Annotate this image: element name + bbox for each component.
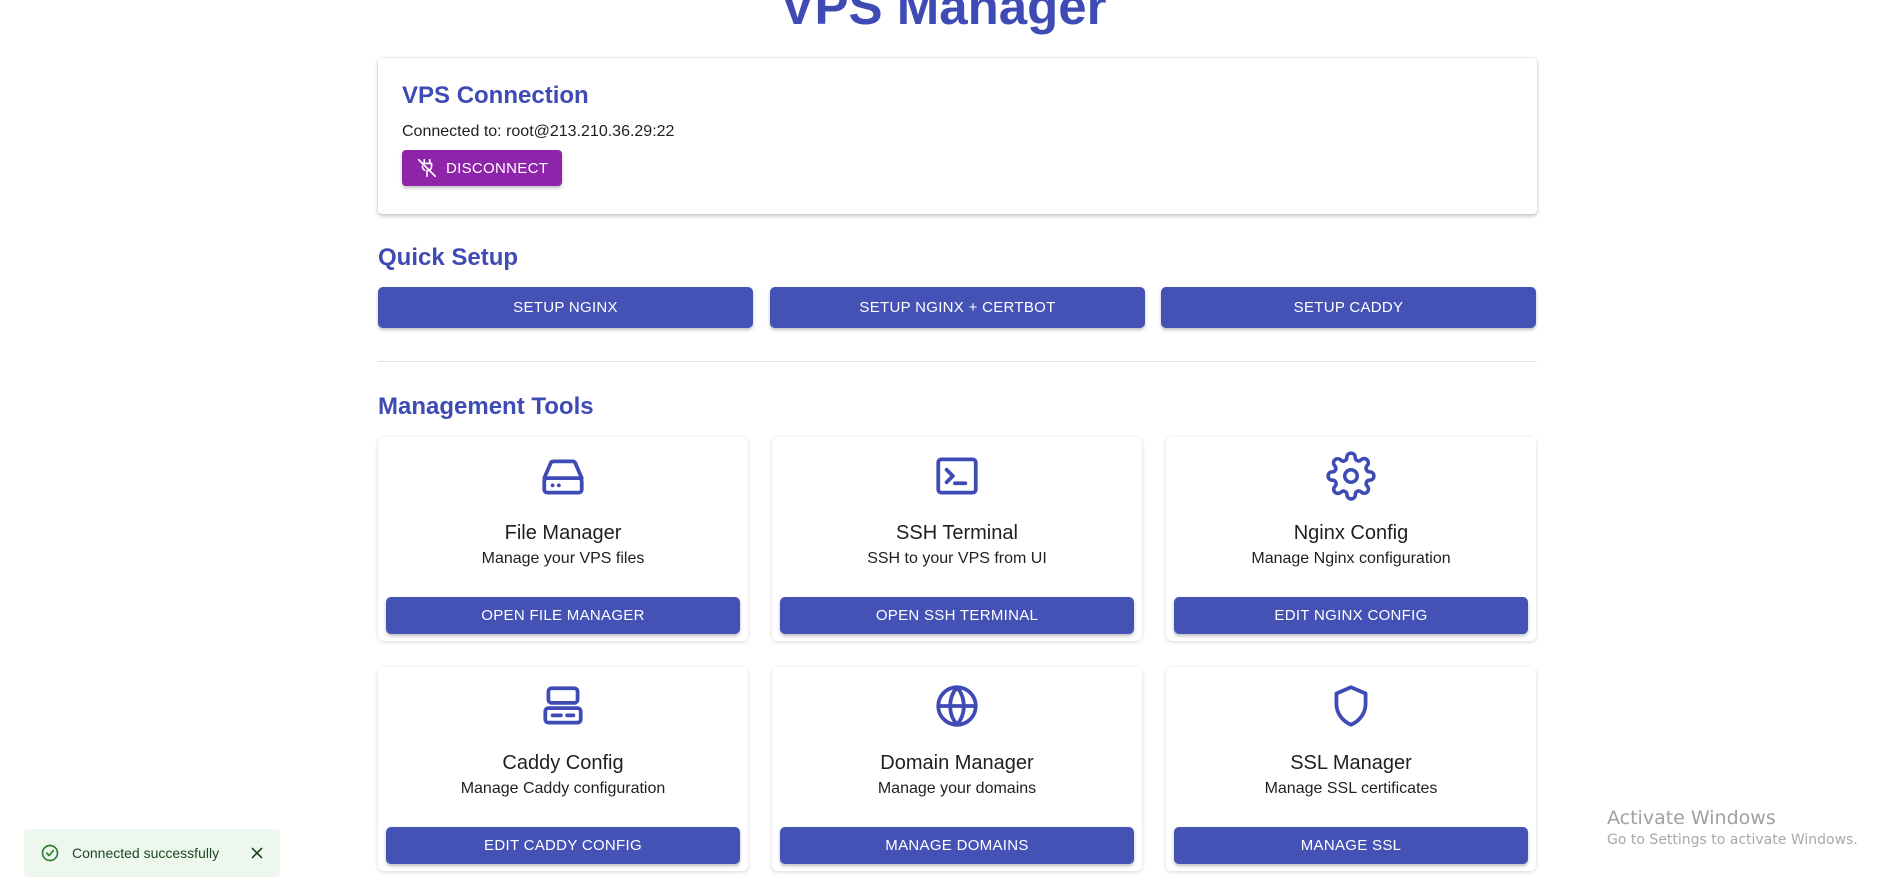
open-ssh-terminal-button[interactable]: OPEN SSH TERMINAL <box>780 597 1134 634</box>
terminal-icon <box>932 451 982 501</box>
tool-description: Manage your VPS files <box>481 550 645 567</box>
tool-name: Domain Manager <box>880 752 1034 774</box>
windows-activation-watermark: Activate Windows Go to Settings to activ… <box>1607 806 1858 850</box>
close-icon[interactable] <box>248 844 266 862</box>
check-circle-icon <box>40 843 60 863</box>
hard-drive-icon <box>538 451 588 501</box>
shield-icon <box>1326 681 1376 731</box>
tool-card-ssl-manager: SSL Manager Manage SSL certificates MANA… <box>1166 667 1536 871</box>
tool-name: Nginx Config <box>1293 522 1409 544</box>
tool-name: Caddy Config <box>502 752 624 774</box>
management-tools-title: Management Tools <box>378 393 594 420</box>
open-file-manager-button[interactable]: OPEN FILE MANAGER <box>386 597 740 634</box>
tool-card-caddy-config: Caddy Config Manage Caddy configuration … <box>378 667 748 871</box>
tool-card-file-manager: File Manager Manage your VPS files OPEN … <box>378 437 748 641</box>
tool-name: SSL Manager <box>1290 752 1412 774</box>
tool-description: Manage Caddy configuration <box>460 780 666 797</box>
tool-description: Manage your domains <box>877 780 1037 797</box>
section-divider <box>378 361 1537 362</box>
globe-icon <box>932 681 982 731</box>
success-toast: Connected successfully <box>24 829 280 877</box>
tool-card-nginx-config: Nginx Config Manage Nginx configuration … <box>1166 437 1536 641</box>
tool-name: File Manager <box>504 522 622 544</box>
setup-nginx-button[interactable]: SETUP NGINX <box>378 287 753 328</box>
gear-icon <box>1326 451 1376 501</box>
server-icon <box>538 681 588 731</box>
edit-caddy-config-button[interactable]: EDIT CADDY CONFIG <box>386 827 740 864</box>
tool-description: Manage Nginx configuration <box>1251 550 1451 567</box>
setup-caddy-button[interactable]: SETUP CADDY <box>1161 287 1536 328</box>
disconnect-label: DISCONNECT <box>446 159 549 177</box>
tool-card-domain-manager: Domain Manager Manage your domains MANAG… <box>772 667 1142 871</box>
plug-off-icon <box>416 157 438 179</box>
manage-ssl-button[interactable]: MANAGE SSL <box>1174 827 1528 864</box>
watermark-subtitle: Go to Settings to activate Windows. <box>1607 832 1858 848</box>
quick-setup-title: Quick Setup <box>378 244 519 271</box>
setup-nginx-certbot-button[interactable]: SETUP NGINX + CERTBOT <box>770 287 1145 328</box>
toast-message: Connected successfully <box>72 845 220 861</box>
page-title: VPS Manager <box>780 0 1107 35</box>
edit-nginx-config-button[interactable]: EDIT NGINX CONFIG <box>1174 597 1528 634</box>
tool-card-ssh-terminal: SSH Terminal SSH to your VPS from UI OPE… <box>772 437 1142 641</box>
watermark-title: Activate Windows <box>1607 807 1776 829</box>
connection-status-text: Connected to: root@213.210.36.29:22 <box>402 123 675 140</box>
manage-domains-button[interactable]: MANAGE DOMAINS <box>780 827 1134 864</box>
tool-name: SSH Terminal <box>896 522 1018 544</box>
disconnect-button[interactable]: DISCONNECT <box>402 150 563 186</box>
tool-description: SSH to your VPS from UI <box>867 550 1047 567</box>
tool-description: Manage SSL certificates <box>1264 780 1438 797</box>
vps-connection-title: VPS Connection <box>402 82 589 109</box>
vps-connection-card: VPS Connection Connected to: root@213.21… <box>378 58 1537 214</box>
